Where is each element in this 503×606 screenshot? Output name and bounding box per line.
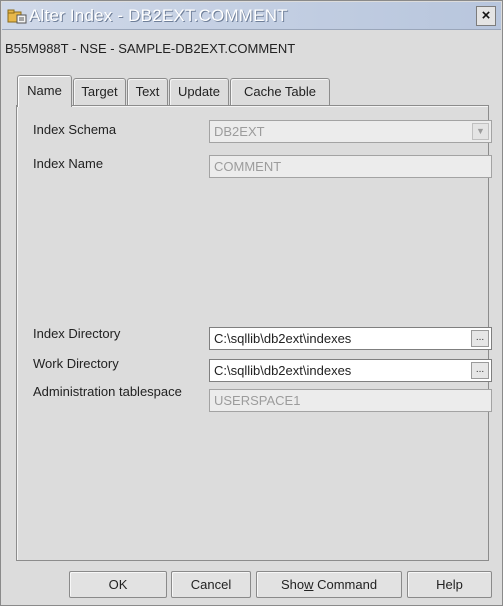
ellipsis-icon[interactable]: ... (471, 330, 489, 347)
show-command-label-suffix: Command (313, 577, 378, 592)
index-directory-input[interactable]: C:\sqllib\db2ext\indexes ... (209, 327, 492, 350)
index-schema-value: DB2EXT (214, 124, 265, 139)
admin-tablespace-field[interactable]: USERSPACE1 (209, 389, 492, 412)
index-name-label: Index Name (33, 156, 104, 171)
admin-tablespace-value: USERSPACE1 (214, 393, 301, 408)
index-schema-dropdown[interactable]: DB2EXT ▼ (209, 120, 492, 143)
help-button[interactable]: Help (407, 571, 492, 598)
close-button[interactable]: × (476, 6, 496, 26)
chevron-down-icon[interactable]: ▼ (472, 123, 489, 140)
index-schema-label: Index Schema (33, 122, 117, 137)
close-icon: × (481, 7, 491, 24)
object-path: B55M988T - NSE - SAMPLE-DB2EXT.COMMENT (5, 41, 296, 56)
work-directory-value: C:\sqllib\db2ext\indexes (214, 363, 352, 378)
index-directory-value: C:\sqllib\db2ext\indexes (214, 331, 352, 346)
tab-target[interactable]: Target (73, 78, 126, 105)
window-title: Alter Index - DB2EXT.COMMENT (29, 6, 288, 25)
tab-text[interactable]: Text (127, 78, 168, 105)
tab-cache-table[interactable]: Cache Table (230, 78, 330, 105)
cancel-button[interactable]: Cancel (171, 571, 251, 598)
ok-button[interactable]: OK (69, 571, 167, 598)
show-command-button[interactable]: Show Command (256, 571, 402, 598)
tab-name[interactable]: Name (17, 75, 72, 107)
ellipsis-icon[interactable]: ... (471, 362, 489, 379)
name-tab-panel: Index Schema DB2EXT ▼ Index Name COMMENT… (16, 105, 492, 561)
alter-index-dialog: Alter Index - DB2EXT.COMMENT × B55M988T … (0, 0, 503, 606)
index-name-value: COMMENT (214, 159, 282, 174)
work-directory-label: Work Directory (33, 356, 119, 371)
index-name-field[interactable]: COMMENT (209, 155, 492, 178)
title-bar[interactable]: Alter Index - DB2EXT.COMMENT × (2, 2, 501, 30)
tab-update[interactable]: Update (169, 78, 229, 105)
folder-index-icon (7, 8, 27, 24)
index-directory-label: Index Directory (33, 326, 121, 341)
admin-tablespace-label: Administration tablespace (33, 384, 182, 399)
show-command-label-prefix: Sho (280, 577, 305, 592)
work-directory-input[interactable]: C:\sqllib\db2ext\indexes ... (209, 359, 492, 382)
